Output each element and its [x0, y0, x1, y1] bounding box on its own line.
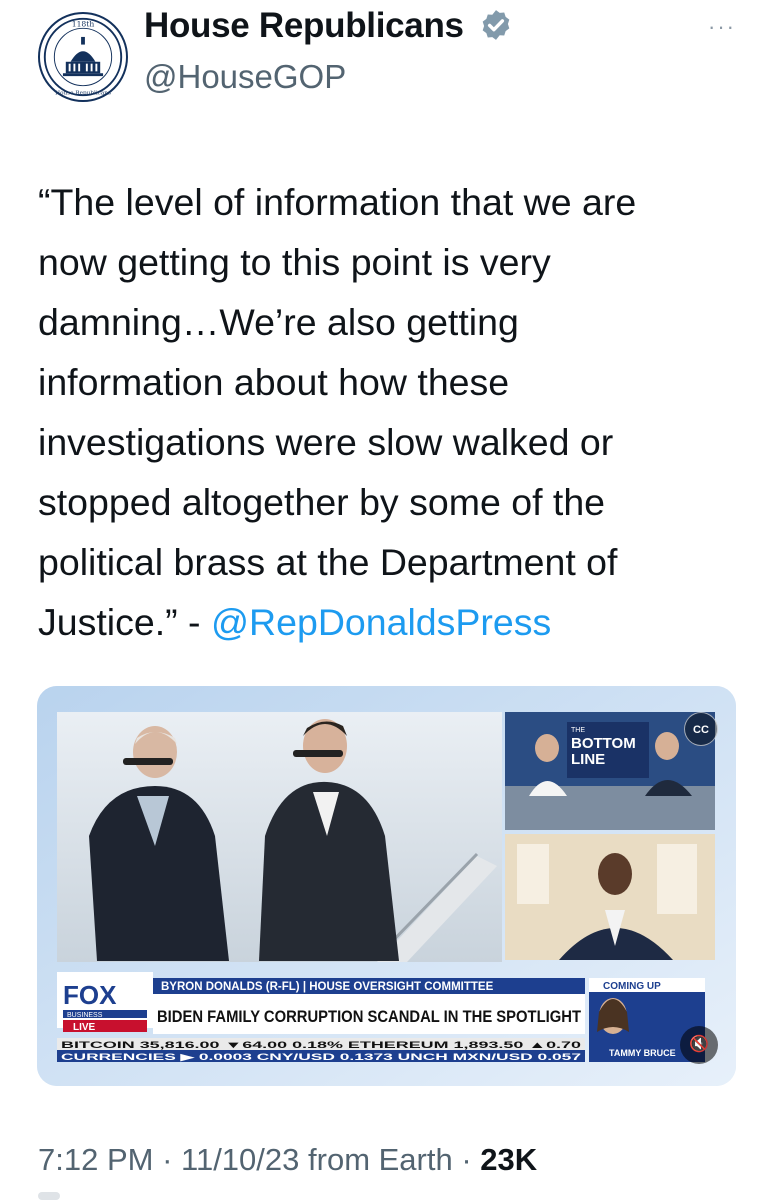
- tweet-line-prefix: Justice.” -: [38, 601, 211, 643]
- coming-up-label: COMING UP: [603, 981, 661, 992]
- tweet-line: now getting to this point is very: [38, 241, 551, 283]
- avatar-text-top: 118th: [72, 19, 95, 28]
- fox-logo-text: FOX: [63, 980, 117, 1010]
- byline-text: BYRON DONALDS (R-FL) | HOUSE OVERSIGHT C…: [161, 981, 494, 993]
- house-seal-icon: 118th House Republicans: [43, 17, 123, 96]
- show-name-3: LINE: [571, 751, 605, 768]
- headline-text: BIDEN FAMILY CORRUPTION SCANDAL IN THE S…: [157, 1008, 581, 1026]
- tweet-meta: 7:12 PM · 11/10/23 from Earth · 23K: [38, 1142, 537, 1178]
- separator-dot: ·: [162, 1142, 182, 1177]
- tweet-time[interactable]: 7:12 PM: [38, 1142, 153, 1177]
- ticker-row-2: CURRENCIES ▶ 0.0003 CNY/USD 0.1373 UNCH …: [61, 1052, 581, 1062]
- avatar-text-bottom: House Republicans: [55, 90, 111, 96]
- tweet-date[interactable]: 11/10/23: [181, 1142, 299, 1177]
- mention-link[interactable]: @RepDonaldsPress: [211, 601, 551, 643]
- captions-button[interactable]: CC: [684, 712, 718, 746]
- tweet-line: political brass at the Department of: [38, 541, 618, 583]
- video-player[interactable]: THE BOTTOM LINE FOX BUSINESS LIVE BYRON …: [37, 686, 736, 1086]
- tweet-text: “The level of information that we are no…: [38, 172, 754, 652]
- view-count[interactable]: 23K: [480, 1142, 537, 1177]
- tweet-line: “The level of information that we are: [38, 181, 637, 223]
- handle[interactable]: @HouseGOP: [144, 58, 346, 96]
- video-frame: THE BOTTOM LINE FOX BUSINESS LIVE BYRON …: [37, 686, 736, 1086]
- show-name-1: THE: [571, 727, 585, 734]
- ticker-row-1: BITCOIN 35,816.00 ▼64.00 0.18% ETHEREUM …: [61, 1040, 581, 1051]
- tweet-source: from Earth: [308, 1142, 453, 1177]
- views-label-fragment: [38, 1192, 60, 1200]
- host-name: TAMMY BRUCE: [609, 1048, 676, 1058]
- live-label: LIVE: [73, 1022, 96, 1033]
- tweet-line: information about how these: [38, 361, 510, 403]
- fox-logo-sub: BUSINESS: [67, 1012, 103, 1019]
- tweet-line-last: Justice.” - @RepDonaldsPress: [38, 592, 754, 652]
- tweet-line: damning…We’re also getting: [38, 301, 519, 343]
- display-name[interactable]: House Republicans: [144, 6, 513, 46]
- tweet-line: investigations were slow walked or: [38, 421, 614, 463]
- display-name-text: House Republicans: [144, 6, 464, 45]
- show-name-2: BOTTOM: [571, 735, 636, 752]
- separator-dot: ·: [461, 1142, 481, 1177]
- tweet-line: stopped altogether by some of the: [38, 481, 606, 523]
- avatar[interactable]: 118th House Republicans: [38, 12, 128, 102]
- more-options-icon[interactable]: ···: [708, 14, 736, 40]
- verified-badge-icon: [482, 9, 510, 40]
- speaker-mute-icon[interactable]: 🔇: [680, 1026, 718, 1064]
